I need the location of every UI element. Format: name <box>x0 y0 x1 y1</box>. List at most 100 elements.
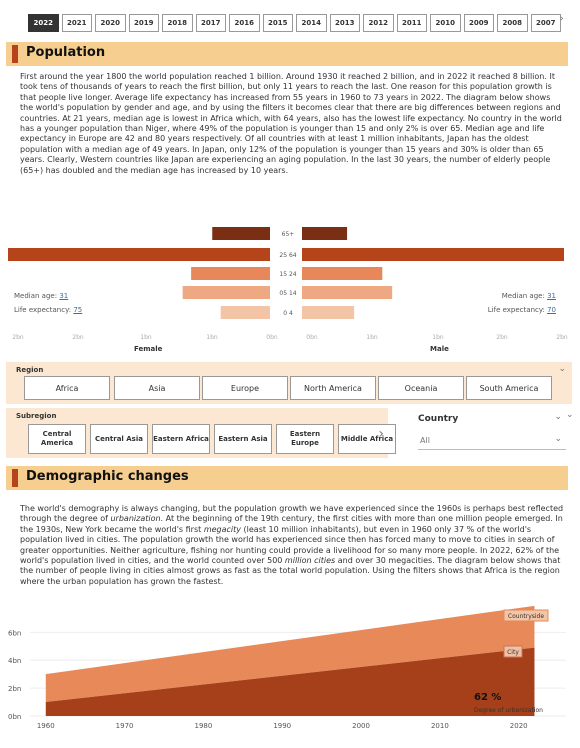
subregion-button-central-america[interactable]: Central America <box>28 424 86 454</box>
age-group-label: 15 24 <box>279 271 296 278</box>
year-button-2009[interactable]: 2009 <box>463 14 494 32</box>
year-button-2014[interactable]: 2014 <box>296 14 327 32</box>
axis-tick-label: 1bn <box>140 334 152 341</box>
male-bar <box>302 248 564 261</box>
region-filter: Region Africa Asia Europe North America Ocea… <box>6 362 572 404</box>
axis-tick-label: 0bn <box>266 334 278 341</box>
female-bar <box>191 267 270 280</box>
chevron-down-icon[interactable]: ⌄ <box>566 410 574 420</box>
demographic-text: The world's demography is always changin… <box>20 504 565 587</box>
region-label: Region <box>16 366 44 374</box>
demographic-title: Demographic changes <box>26 469 189 484</box>
age-group-label: 0 4 <box>283 310 293 317</box>
subregion-button-eastern-asia[interactable]: Eastern Asia <box>214 424 272 454</box>
y-tick-label: 6bn <box>8 629 21 637</box>
axis-tick-label: 1bn <box>206 334 218 341</box>
region-button-asia[interactable]: Asia <box>114 376 200 400</box>
female-bar <box>212 227 270 240</box>
legend-city-label: City <box>507 649 519 656</box>
male-bar <box>302 227 348 240</box>
chevron-right-icon[interactable]: › <box>560 14 564 24</box>
chevron-down-icon[interactable]: ⌄ <box>554 434 562 444</box>
y-tick-label: 4bn <box>8 657 21 665</box>
year-button-2012[interactable]: 2012 <box>363 14 394 32</box>
median-label: Median age: <box>501 292 545 300</box>
life-value: 75 <box>73 306 83 314</box>
region-button-europe[interactable]: Europe <box>202 376 288 400</box>
axis-tick-label: 2bn <box>12 334 24 341</box>
year-button-2013[interactable]: 2013 <box>329 14 360 32</box>
chevron-right-icon[interactable]: › <box>378 426 384 442</box>
female-label: Female <box>134 345 163 353</box>
female-bar <box>8 248 270 261</box>
population-text: First around the year 1800 the world pop… <box>20 72 562 175</box>
country-dropdown[interactable]: Country ⌄ All ⌄ <box>410 410 568 456</box>
population-header: Population <box>6 42 568 66</box>
year-button-2016[interactable]: 2016 <box>229 14 260 32</box>
x-tick-label: 2000 <box>352 722 370 730</box>
urbanization-chart: 0bn 2bn 4bn 6bn 1960 1970 1980 1990 2000 2010 2020… <box>0 604 580 748</box>
subregion-button-middle-africa[interactable]: Middle Africa <box>338 424 396 454</box>
axis-tick-label: 1bn <box>432 334 444 341</box>
year-button-2022[interactable]: 2022 <box>28 14 59 32</box>
life-value: 70 <box>547 306 556 314</box>
median-value: 31 <box>547 292 556 300</box>
kpi-label: Degree of urbanization <box>474 707 543 714</box>
subregion-button-central-asia[interactable]: Central Asia <box>90 424 148 454</box>
demographic-header: Demographic changes <box>6 466 568 490</box>
axis-tick-label: 2bn <box>496 334 508 341</box>
age-group-label: 25 64 <box>279 252 296 259</box>
subregion-button-eastern-europe[interactable]: Eastern Europe <box>276 424 334 454</box>
chevron-down-icon[interactable]: ⌄ <box>554 412 562 422</box>
median-label: Median age: <box>14 292 58 300</box>
female-median-age: Median age: 31 <box>14 292 68 300</box>
accent-bar <box>12 45 18 63</box>
life-label: Life expectancy: <box>14 306 72 314</box>
y-tick-label: 0bn <box>8 713 21 721</box>
male-bar <box>302 306 355 319</box>
text-emphasis: megacity <box>203 524 241 534</box>
axis-tick-label: 0bn <box>306 334 318 341</box>
kpi-value: 62 % <box>474 692 501 703</box>
axis-tick-label: 2bn <box>72 334 84 341</box>
x-tick-label: 1970 <box>116 722 134 730</box>
region-button-south-america[interactable]: South America <box>466 376 552 400</box>
year-button-2021[interactable]: 2021 <box>61 14 92 32</box>
year-button-2010[interactable]: 2010 <box>430 14 461 32</box>
female-life-expectancy: Life expectancy: 75 <box>14 306 82 314</box>
chevron-down-icon[interactable]: ⌄ <box>558 364 566 374</box>
median-value: 31 <box>59 292 69 300</box>
female-bar <box>182 286 270 299</box>
text-emphasis: million cities <box>284 556 336 566</box>
text-emphasis: urbanization <box>110 514 161 524</box>
x-tick-label: 2020 <box>510 722 528 730</box>
region-button-oceania[interactable]: Oceania <box>378 376 464 400</box>
male-bar <box>302 286 393 299</box>
population-pyramid: 65+ 25 64 15 24 05 14 0 4 2bn 2bn 1bn 1bn 0bn 0bn 1… <box>6 196 568 358</box>
male-median-age: Median age: 31 <box>502 292 556 300</box>
year-button-2017[interactable]: 2017 <box>195 14 226 32</box>
year-button-2018[interactable]: 2018 <box>162 14 193 32</box>
year-button-2020[interactable]: 2020 <box>95 14 126 32</box>
x-tick-label: 1980 <box>194 722 212 730</box>
country-value[interactable]: All <box>418 434 566 450</box>
age-group-label: 65+ <box>282 231 295 238</box>
area-chart-svg: 0bn 2bn 4bn 6bn 1960 1970 1980 1990 2000 2010 2020… <box>8 605 566 730</box>
subregion-label: Subregion <box>16 412 57 420</box>
subregion-button-eastern-africa[interactable]: Eastern Africa <box>152 424 210 454</box>
region-button-africa[interactable]: Africa <box>24 376 110 400</box>
accent-bar <box>12 469 18 487</box>
y-tick-label: 2bn <box>8 685 21 693</box>
pyramid-svg: 65+ 25 64 15 24 05 14 0 4 2bn 2bn 1bn 1bn 0bn 0bn 1… <box>8 227 568 341</box>
year-button-2011[interactable]: 2011 <box>396 14 427 32</box>
year-slicer: 2022 2021 2020 2019 2018 2017 2016 2015 2014 2013… <box>28 14 561 32</box>
year-button-2019[interactable]: 2019 <box>128 14 159 32</box>
year-button-2007[interactable]: 2007 <box>530 14 561 32</box>
region-button-north-america[interactable]: North America <box>290 376 376 400</box>
year-button-2015[interactable]: 2015 <box>262 14 293 32</box>
year-button-2008[interactable]: 2008 <box>497 14 528 32</box>
country-label: Country <box>418 414 459 424</box>
x-tick-label: 1960 <box>37 722 55 730</box>
population-title: Population <box>26 45 106 60</box>
male-label: Male <box>430 345 449 353</box>
